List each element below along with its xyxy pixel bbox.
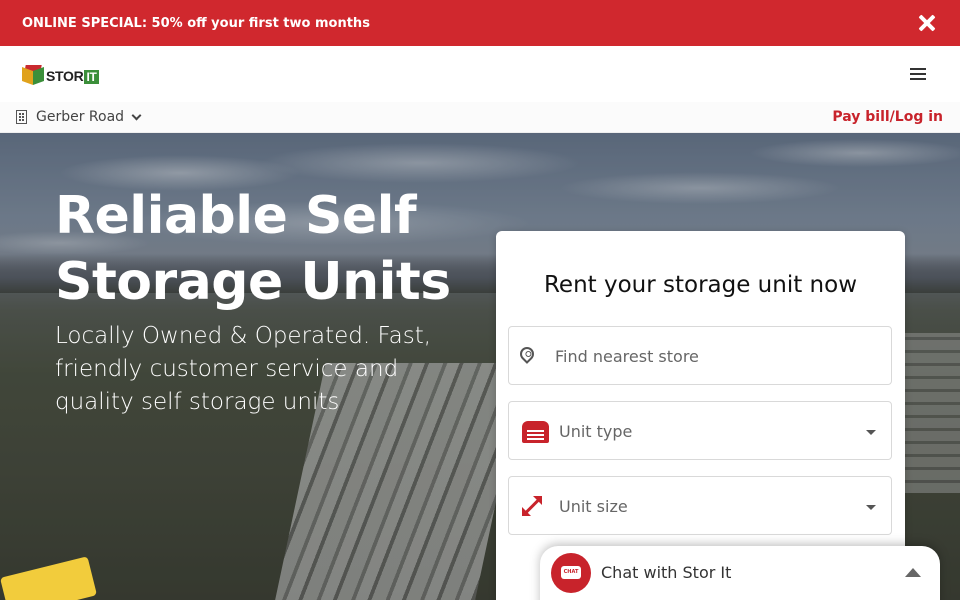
store-search-input[interactable] [555,343,875,369]
promo-banner: ONLINE SPECIAL: 50% off your first two m… [0,0,960,46]
logo-text-highlight: IT [84,70,99,84]
unit-type-select[interactable]: Unit type [508,401,892,460]
unit-type-label: Unit type [559,422,633,441]
chevron-up-icon[interactable] [905,568,921,577]
promo-text: ONLINE SPECIAL: 50% off your first two m… [22,15,370,31]
hero-title: Reliable Self Storage Units [55,186,451,312]
chat-label: Chat with Stor It [601,563,732,582]
map-pin-icon [517,344,537,364]
dropdown-caret-icon [866,430,876,435]
unit-size-select[interactable]: Unit size [508,476,892,535]
chat-widget[interactable]: Chat with Stor It [540,546,940,600]
garage-icon [522,421,549,443]
chevron-down-icon [131,110,142,120]
site-logo[interactable]: STOR IT [22,65,99,87]
store-search-field[interactable] [508,326,892,385]
resize-arrows-icon [522,496,542,516]
close-icon[interactable] [916,12,938,34]
hamburger-menu-icon[interactable] [910,68,926,80]
dropdown-caret-icon [866,505,876,510]
location-selector[interactable]: Gerber Road [16,109,142,125]
location-bar: Gerber Road Pay bill/Log in [0,102,960,133]
site-header: STOR IT [0,46,960,102]
chat-icon [551,553,591,593]
hero-subtitle: Locally Owned & Operated. Fast, friendly… [55,323,432,415]
selected-location: Gerber Road [36,109,125,125]
pay-bill-login-link[interactable]: Pay bill/Log in [832,109,943,125]
building-icon [16,110,27,124]
logo-text: STOR IT [46,68,99,84]
rent-unit-card: Rent your storage unit now Unit type Uni… [496,231,905,600]
rent-card-title: Rent your storage unit now [543,272,858,298]
unit-size-label: Unit size [559,497,628,516]
logo-cube-icon [22,65,44,87]
